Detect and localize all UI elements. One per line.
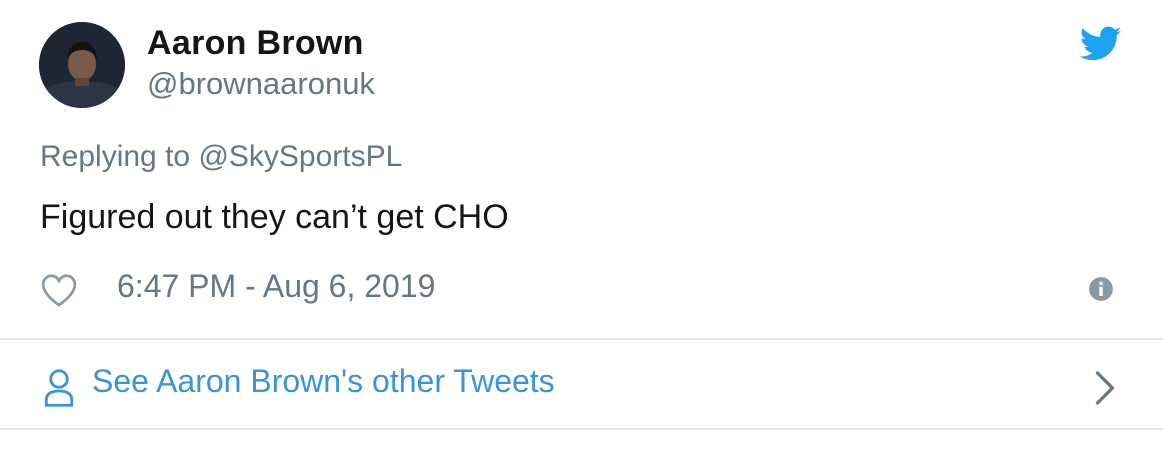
divider	[0, 428, 1163, 430]
author-name[interactable]: Aaron Brown	[147, 24, 364, 63]
reply-mention-link[interactable]: @SkySportsPL	[198, 140, 402, 173]
bird-icon[interactable]	[1080, 26, 1122, 62]
info-icon[interactable]	[1088, 276, 1114, 302]
see-other-tweets-link[interactable]: See Aaron Brown's other Tweets	[0, 340, 1163, 428]
embedded-tweet: Aaron Brown @brownaaronuk Replying to @S…	[0, 0, 1163, 450]
see-other-tweets-label[interactable]: See Aaron Brown's other Tweets	[92, 363, 555, 400]
reply-context: Replying to @SkySportsPL	[40, 140, 402, 174]
avatar[interactable]	[39, 22, 125, 108]
author-handle[interactable]: @brownaaronuk	[147, 66, 375, 102]
reply-prefix: Replying to	[40, 140, 191, 173]
chevron-right-icon[interactable]	[1094, 370, 1116, 406]
tweet-text: Figured out they can’t get CHO	[40, 198, 509, 236]
heart-icon[interactable]	[40, 272, 78, 308]
person-icon	[44, 369, 74, 407]
tweet-timestamp[interactable]: 6:47 PM - Aug 6, 2019	[117, 268, 435, 305]
